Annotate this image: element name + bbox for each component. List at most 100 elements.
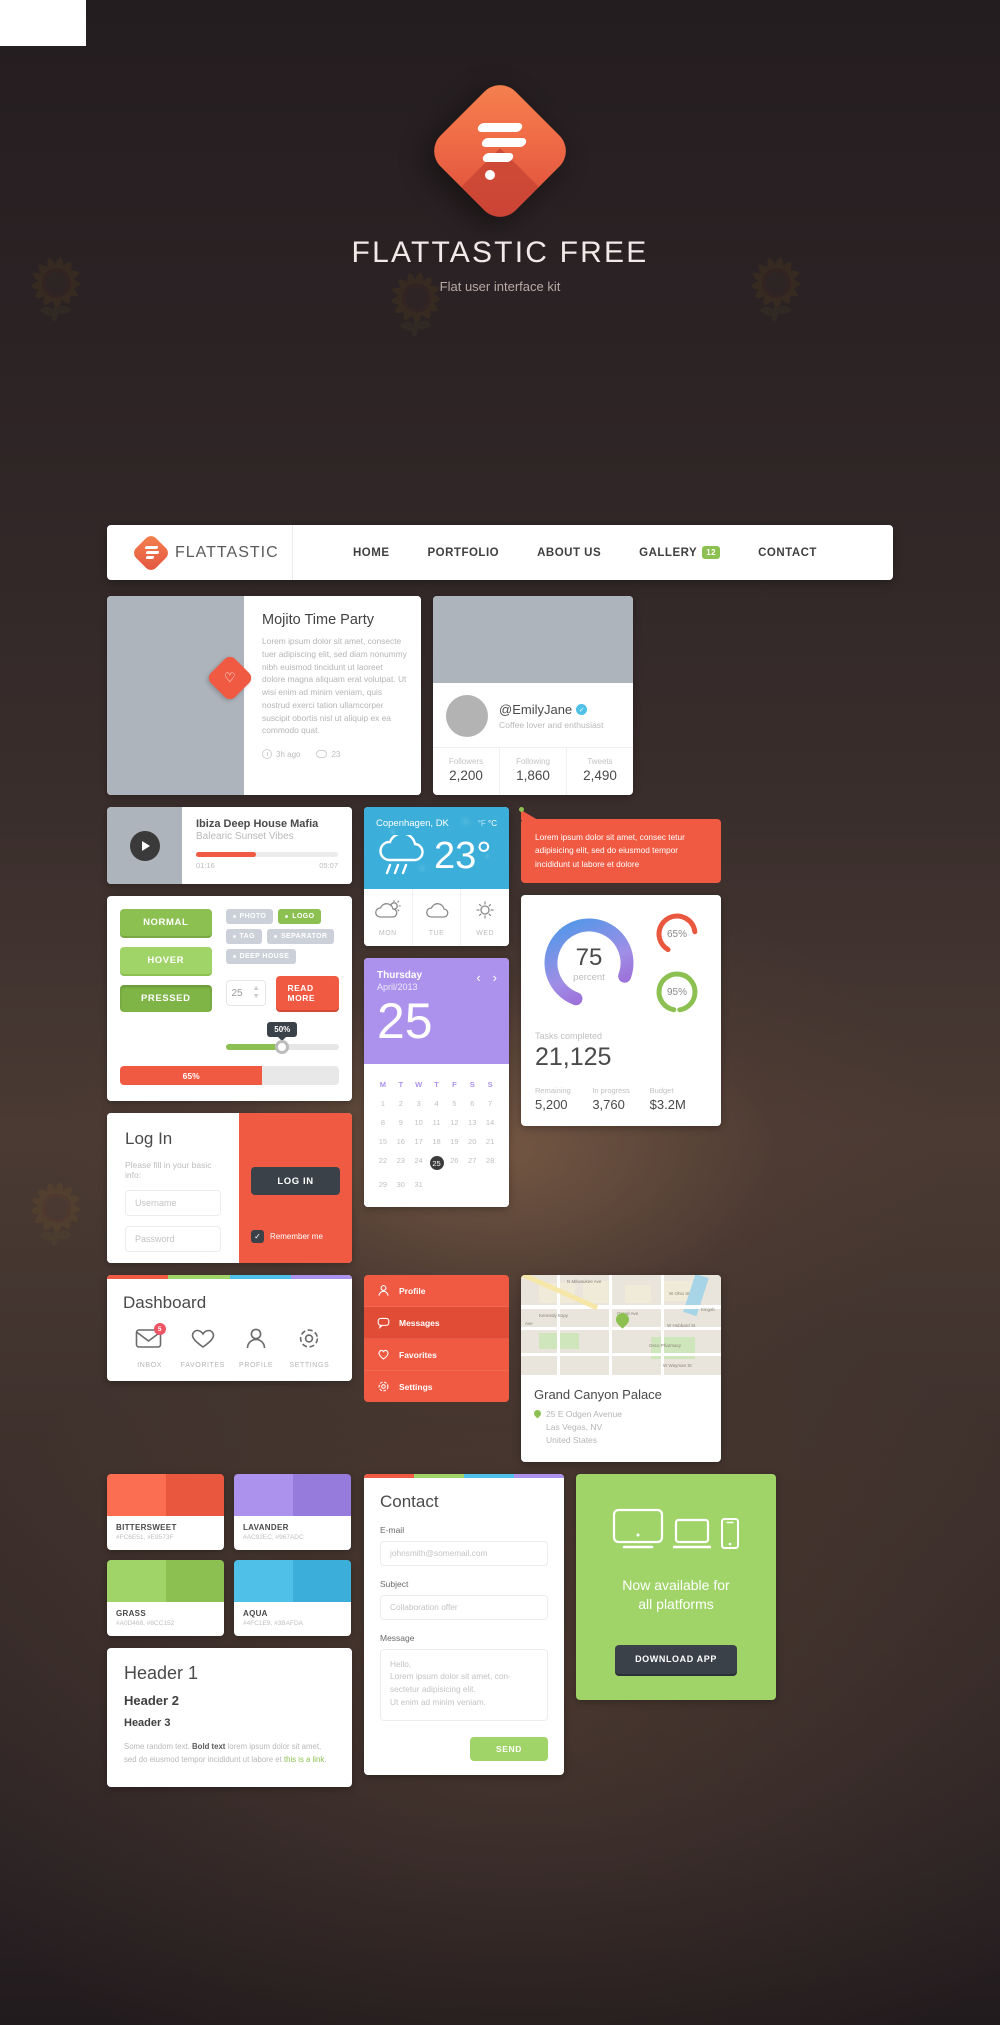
hover-button[interactable]: HOVER — [120, 947, 212, 974]
swatch-aqua[interactable]: AQUA #4FC1E9, #3BAFDA — [234, 1559, 351, 1636]
pressed-button[interactable]: PRESSED — [120, 985, 212, 1012]
nav-link-about-us[interactable]: ABOUT US — [537, 547, 601, 559]
profile-stat-following[interactable]: Following 1,860 — [500, 748, 567, 795]
stat-label: Budget — [649, 1085, 674, 1095]
stepper-arrows[interactable]: ▲ ▼ — [253, 985, 260, 1000]
stat-in-progress: In progress 3,760 — [592, 1086, 649, 1112]
calendar-day-cell[interactable]: 11 — [428, 1113, 446, 1132]
chevron-up-icon[interactable]: ▲ — [253, 985, 260, 992]
calendar-day-cell[interactable]: 19 — [445, 1132, 463, 1151]
color-stripe — [364, 1473, 564, 1478]
dashboard-item-inbox[interactable]: 5 INBOX — [123, 1323, 176, 1369]
slider-track[interactable] — [225, 1040, 339, 1054]
email-field[interactable]: johnsmith@somemail.com — [380, 1540, 548, 1566]
login-button[interactable]: LOG IN — [251, 1167, 340, 1195]
unit-celsius[interactable]: °C — [488, 819, 497, 828]
forecast-day-label: TUE — [428, 930, 445, 937]
calendar-day-cell[interactable]: 14 — [481, 1113, 499, 1132]
calendar-day-cell[interactable]: 6 — [463, 1094, 481, 1113]
chevron-down-icon[interactable]: ▼ — [253, 993, 260, 1000]
subject-field[interactable]: Collaboration offer — [380, 1594, 548, 1620]
paragraph-link[interactable]: this is a link — [284, 1755, 324, 1764]
calendar-day-cell[interactable]: 24 — [410, 1151, 428, 1175]
swatch-name: GRASS — [116, 1608, 146, 1618]
tag-logo[interactable]: LOGO — [278, 909, 322, 924]
calendar-day-cell[interactable]: 22 — [374, 1151, 392, 1175]
calendar-day-cell[interactable]: 18 — [428, 1132, 446, 1151]
calendar-day-cell[interactable]: 27 — [463, 1151, 481, 1175]
menu-item-profile[interactable]: Profile — [364, 1275, 509, 1307]
menu-item-messages[interactable]: Messages — [364, 1307, 509, 1339]
tag-separator[interactable]: SEPARATOR — [266, 929, 335, 944]
dashboard-item-profile[interactable]: PROFILE — [230, 1327, 283, 1369]
forecast-day-wed[interactable]: WED — [461, 889, 509, 946]
map-image[interactable]: N Milwaukee Ave W Ohio St Kingsb Kennedy… — [521, 1275, 721, 1375]
weather-unit-toggle[interactable]: °F °C — [478, 819, 497, 828]
nav-link-contact[interactable]: CONTACT — [758, 547, 817, 559]
calendar-day-cell[interactable]: 31 — [410, 1175, 428, 1194]
calendar-day-cell[interactable]: 15 — [374, 1132, 392, 1151]
calendar-day-cell[interactable]: 4 — [428, 1094, 446, 1113]
download-app-button[interactable]: DOWNLOAD APP — [615, 1644, 737, 1674]
tag-tag[interactable]: TAG — [225, 929, 262, 944]
profile-stat-tweets[interactable]: Tweets 2,490 — [567, 748, 633, 795]
nav-link-label: PORTFOLIO — [427, 546, 500, 559]
calendar-day-cell[interactable]: 5 — [445, 1094, 463, 1113]
player-progress-bar[interactable] — [196, 852, 338, 857]
calendar-day-cell[interactable]: 1 — [374, 1094, 392, 1113]
calendar-day-cell[interactable]: 26 — [445, 1151, 463, 1175]
unit-fahrenheit[interactable]: °F — [478, 819, 486, 828]
nav-link-portfolio[interactable]: PORTFOLIO — [428, 547, 500, 559]
menu-item-favorites[interactable]: Favorites — [364, 1339, 509, 1371]
forecast-day-tue[interactable]: TUE — [413, 889, 462, 946]
calendar-day-cell[interactable]: 9 — [392, 1113, 410, 1132]
dashboard-item-settings[interactable]: SETTINGS — [283, 1327, 336, 1369]
calendar-day-cell[interactable]: 21 — [481, 1132, 499, 1151]
navbar-brand[interactable]: FLATTASTIC — [107, 525, 293, 580]
calendar-day-cell[interactable]: 28 — [481, 1151, 499, 1175]
calendar-day-cell[interactable]: 12 — [445, 1113, 463, 1132]
dashboard-item-favorites[interactable]: FAVORITES — [176, 1327, 229, 1369]
calendar-day-cell[interactable]: 7 — [481, 1094, 499, 1113]
tag-photo[interactable]: PHOTO — [225, 909, 274, 924]
message-field[interactable]: Hello, Lorem ipsum dolor sit amet, con- … — [380, 1648, 548, 1721]
calendar-day-cell[interactable]: 20 — [463, 1132, 481, 1151]
calendar-day-cell[interactable]: 16 — [392, 1132, 410, 1151]
calendar-day-cell[interactable]: 30 — [392, 1175, 410, 1194]
calendar-day-cell[interactable]: 8 — [374, 1113, 392, 1132]
send-button[interactable]: SEND — [470, 1736, 548, 1761]
calendar-header-cell: S — [487, 1080, 493, 1089]
menu-item-settings[interactable]: Settings — [364, 1371, 509, 1402]
slider-control[interactable]: 50% — [225, 1022, 339, 1054]
swatch-grass[interactable]: GRASS #A0D468, #8CC152 — [107, 1559, 224, 1636]
read-more-button[interactable]: READ MORE — [275, 976, 339, 1010]
username-field[interactable]: Username — [125, 1190, 221, 1216]
forecast-day-mon[interactable]: MON — [364, 889, 413, 946]
play-icon[interactable] — [129, 830, 160, 861]
hero-section: FLATTASTIC FREE Flat user interface kit — [0, 0, 1000, 294]
calendar-day-cell[interactable]: 3 — [410, 1094, 428, 1113]
calendar-day-cell[interactable]: 23 — [392, 1151, 410, 1175]
article-comments[interactable]: 23 — [316, 750, 340, 759]
remember-me-row[interactable]: ✓ Remember me — [251, 1230, 340, 1243]
chevron-right-icon[interactable]: › — [493, 970, 497, 985]
chevron-left-icon[interactable]: ‹ — [476, 970, 480, 985]
twitter-profile-card: @EmilyJane ✓ Coffee lover and enthusiast… — [433, 596, 633, 795]
remember-me-checkbox[interactable]: ✓ — [251, 1230, 264, 1243]
calendar-day-cell[interactable]: 10 — [410, 1113, 428, 1132]
calendar-day-cell[interactable]: 2 — [392, 1094, 410, 1113]
calendar-day-cell[interactable]: 29 — [374, 1175, 392, 1194]
nav-link-gallery[interactable]: GALLERY 12 — [639, 545, 721, 559]
calendar-day-cell[interactable]: 13 — [463, 1113, 481, 1132]
normal-button[interactable]: NORMAL — [120, 909, 212, 936]
tag-deep-house[interactable]: DEEP HOUSE — [225, 949, 297, 964]
calendar-day-cell[interactable]: 17 — [410, 1132, 428, 1151]
nav-link-home[interactable]: HOME — [353, 547, 390, 559]
swatch-bittersweet[interactable]: BITTERSWEET #FC6E51, #E9573F — [107, 1473, 224, 1550]
password-field[interactable]: Password — [125, 1226, 221, 1252]
quantity-stepper[interactable]: 25 ▲ ▼ — [225, 980, 266, 1006]
profile-stat-followers[interactable]: Followers 2,200 — [433, 748, 500, 795]
swatch-lavander[interactable]: LAVANDER #AC92EC, #967ADC — [234, 1473, 351, 1550]
calendar-today-cell[interactable]: 25 — [428, 1151, 446, 1175]
slider-handle[interactable] — [275, 1040, 290, 1054]
